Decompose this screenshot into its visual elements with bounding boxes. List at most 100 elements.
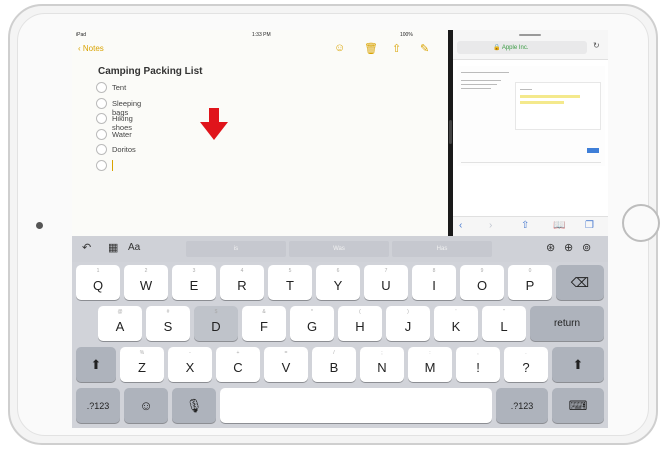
delete-icon: ⌫ [570,274,590,290]
compose-icon[interactable]: ✎ [420,42,429,55]
trash-icon[interactable]: 🗑 [364,42,378,55]
page-footer-line [461,162,601,163]
back-icon[interactable]: ‹ [459,220,462,231]
notes-back-label: Notes [82,44,104,53]
keyboard: ↶ ▦ Aa is Was Has ⊛ ⊕ ⊚ 1Q 2W 3E 4R 5T 6… [72,236,608,428]
checklist-item-text: Water [112,129,132,139]
key-y[interactable]: 6Y [316,265,360,300]
key-c[interactable]: + C [216,347,260,382]
reload-icon[interactable]: ↻ [593,41,600,50]
numbers-key-left[interactable]: .?123 [76,388,120,423]
numbers-key-right[interactable]: .?123 [496,388,548,423]
bookmarks-icon[interactable]: 📖 [553,220,565,231]
key-z[interactable]: % Z [120,347,164,382]
text-cursor [112,159,113,171]
key-i[interactable]: 8I [412,265,456,300]
key-e[interactable]: 3E [172,265,216,300]
key-x[interactable]: -X [168,347,212,382]
dictation-key[interactable]: 🎙 [172,388,216,423]
key-w[interactable]: 2W [124,265,168,300]
chevron-left-icon: ‹ [78,44,81,53]
notes-back-button[interactable]: ‹ Notes [78,44,104,53]
plus-icon[interactable]: ⊕ [564,241,573,254]
shift-key-right[interactable]: ⬆ [552,347,604,382]
page-text-line [461,84,497,85]
key-g[interactable]: * G [290,306,334,341]
key-j[interactable]: ) J [386,306,430,341]
checkbox-circle[interactable] [96,144,107,155]
key-n[interactable]: ; N [360,347,404,382]
web-page-content[interactable] [457,66,605,166]
sketch-icon[interactable]: ⊚ [582,241,591,254]
page-text-line [461,80,501,81]
shift-key-left[interactable]: ⬆ [76,347,116,382]
checklist-icon[interactable]: ⊛ [546,241,555,254]
key-p[interactable]: 0P [508,265,552,300]
checklist-item-text: Doritos [112,145,136,154]
shift-icon: ⬆ [90,356,102,372]
checkbox-circle[interactable] [96,128,107,140]
key-m[interactable]: :M [408,347,452,382]
key-v[interactable]: = V [264,347,308,382]
checkbox-circle[interactable] [96,82,107,93]
microphone-icon: 🎙 [185,397,203,413]
keyboard-dismiss-key[interactable]: ⌨ [552,388,604,423]
prediction-1[interactable]: is [186,241,286,257]
app-grabber[interactable] [519,34,541,36]
safari-app: 🔒 Apple Inc. ↻ ‹ › ⇧ 📖 ❐ [453,30,608,236]
arrow-head [200,122,228,140]
home-button[interactable] [622,204,660,242]
note-title[interactable]: Camping Packing List [98,66,202,77]
space-bar[interactable] [220,388,492,423]
status-time: 1:33 PM [252,32,271,38]
key-f[interactable]: & F [242,306,286,341]
format-button[interactable]: Aa [128,242,140,253]
down-arrow-icon [200,108,228,140]
checkbox-circle[interactable] [96,97,107,109]
page-form [515,82,601,130]
key-r[interactable]: 4R [220,265,264,300]
key-question[interactable]: .? [504,347,548,382]
safari-toolbar: ‹ › ⇧ 📖 ❐ [453,216,608,236]
keyboard-dismiss-icon: ⌨ [568,397,588,413]
delete-key[interactable]: ⌫ [556,265,604,300]
prediction-3[interactable]: Has [392,241,492,257]
key-u[interactable]: 7U [364,265,408,300]
url-field[interactable]: 🔒 Apple Inc. [457,41,587,54]
share-people-icon[interactable]: ☺ [334,42,345,54]
key-a[interactable]: @ A [98,306,142,341]
checkbox-circle[interactable] [96,159,107,171]
key-t[interactable]: 5T [268,265,312,300]
undo-icon[interactable]: ↶ [82,241,91,254]
ipad-screen: iPad 1:33 PM 100% ‹ Notes ☺ 🗑 ⇧ ✎ Campin… [72,30,608,428]
arrow-shaft [209,108,219,124]
front-camera [36,222,43,229]
prediction-2[interactable]: Was [289,241,389,257]
key-b[interactable]: / B [312,347,356,382]
return-key[interactable]: return [530,306,604,341]
key-k[interactable]: ' K [434,306,478,341]
page-text-line [520,89,532,90]
shift-icon: ⬆ [572,356,584,372]
key-exclamation[interactable]: ,! [456,347,500,382]
url-text: Apple Inc. [501,45,529,51]
key-d[interactable]: $ D [194,306,238,341]
status-carrier: iPad [76,32,87,38]
key-l[interactable]: " L [482,306,526,341]
key-h[interactable]: (H [338,306,382,341]
share-icon[interactable]: ⇧ [392,42,401,55]
key-s[interactable]: # S [146,306,190,341]
share-icon[interactable]: ⇧ [521,220,529,231]
page-input-highlight [520,101,564,104]
table-icon[interactable]: ▦ [108,241,118,254]
safari-address-bar: 🔒 Apple Inc. ↻ [453,30,608,60]
key-o[interactable]: 9O [460,265,504,300]
keyboard-shortcut-bar: ↶ ▦ Aa is Was Has ⊛ ⊕ ⊚ [72,236,608,262]
key-q[interactable]: 1Q [76,265,120,300]
status-battery: 100% [400,32,413,38]
emoji-key[interactable]: ☺ [124,388,168,423]
divider-handle[interactable] [449,120,452,144]
checkbox-circle[interactable] [96,113,107,124]
forward-icon[interactable]: › [489,220,492,231]
tabs-icon[interactable]: ❐ [585,220,594,231]
